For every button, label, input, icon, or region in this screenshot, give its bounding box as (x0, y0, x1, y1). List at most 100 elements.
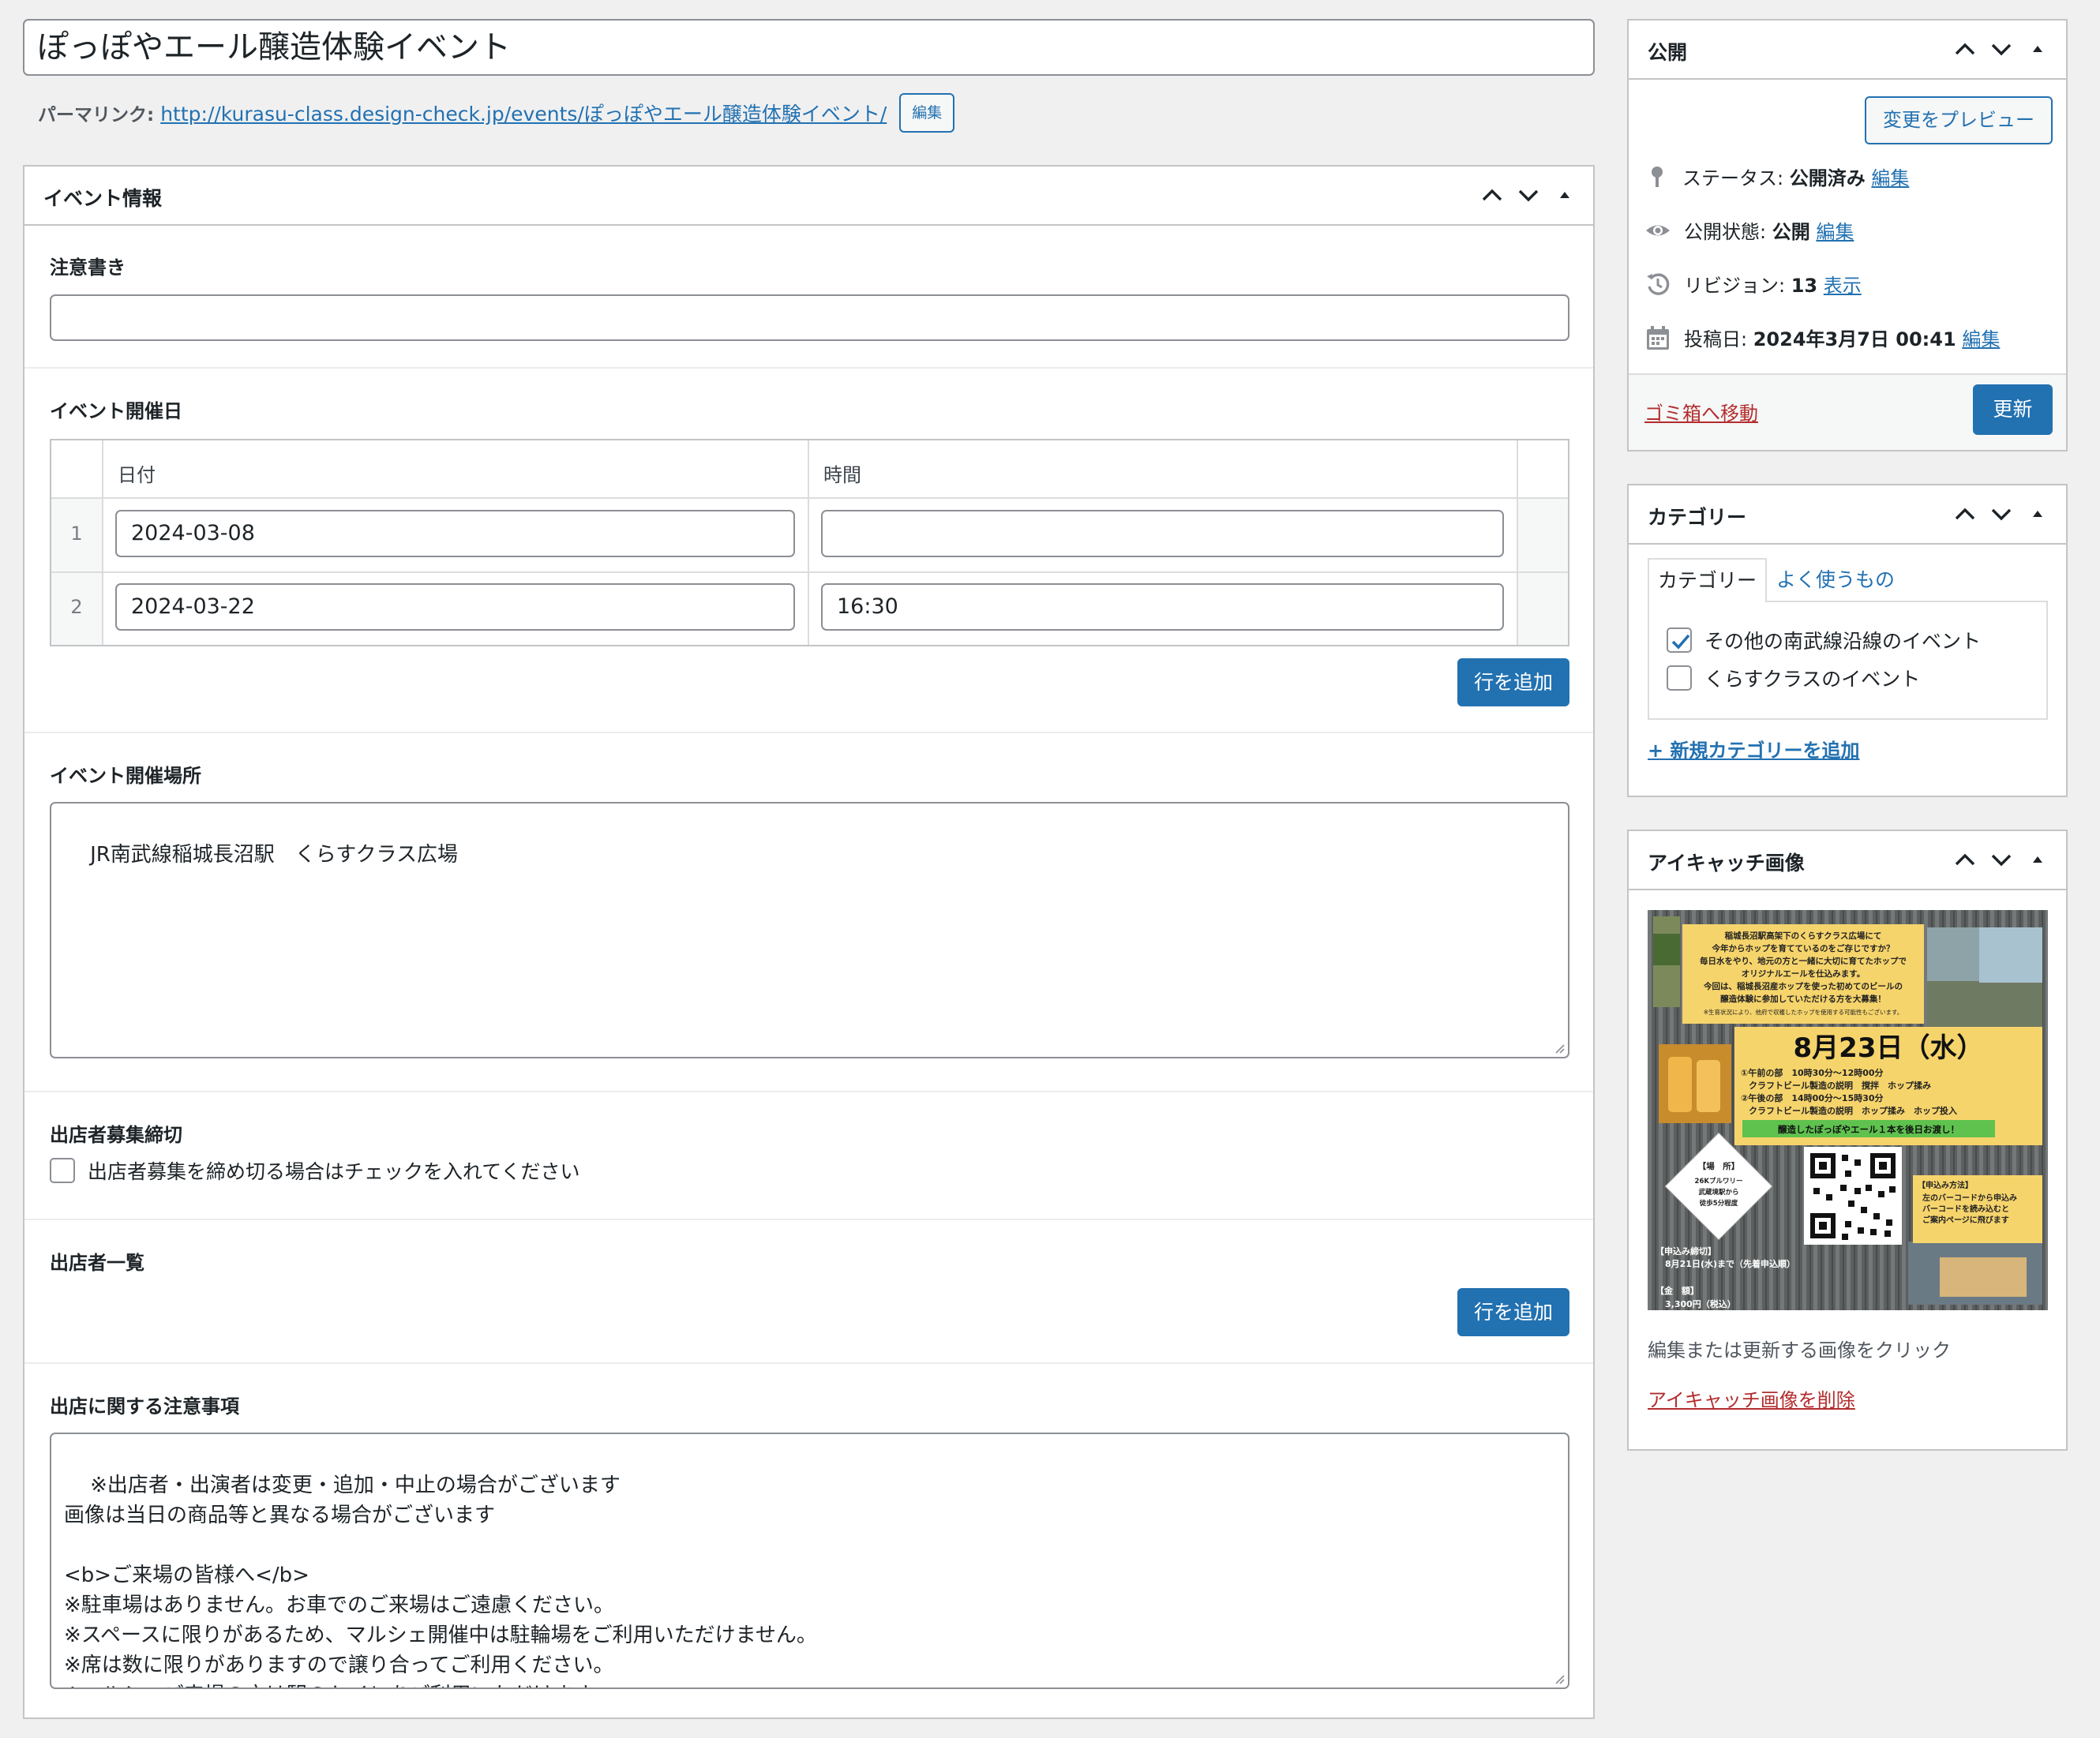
revisions-view-link[interactable]: 表示 (1824, 275, 1862, 297)
event-info-header: イベント情報 (24, 167, 1593, 226)
featured-image-hint: 編集または更新する画像をクリック (1648, 1339, 1951, 1362)
poster-schedule-line: ①午前の部 10時30分〜12時00分 (1741, 1067, 1884, 1078)
move-down-icon[interactable] (1516, 182, 1541, 208)
permalink-edit-button[interactable]: 編集 (899, 93, 955, 133)
move-down-icon[interactable] (1989, 501, 2014, 526)
add-new-category-link[interactable]: + 新規カテゴリーを追加 (1648, 735, 1859, 762)
event-info-metabox: イベント情報 注意書き イベント開催日 日付 時間 1 2024-03-08 2… (23, 165, 1595, 1719)
category-item-label[interactable]: その他の南武線沿線のイベント (1704, 626, 1981, 654)
column-header-date: 日付 (118, 464, 156, 486)
poster-price-title: 【金 額】 (1656, 1285, 1699, 1296)
poster-green-banner-text: 醸造したぽっぽやエール１本を後日お渡し！ (1778, 1124, 1959, 1135)
date-input[interactable]: 2024-03-08 (115, 510, 795, 557)
vendor-notes-text: ※出店者・出演者は変更・追加・中止の場合がございます 画像は当日の商品等と異なる… (64, 1474, 817, 1687)
publish-date-edit-link[interactable]: 編集 (1962, 328, 2000, 350)
status-value: 公開済み (1789, 167, 1866, 189)
calendar-icon (1647, 325, 1669, 350)
resize-handle-icon[interactable] (1554, 1043, 1565, 1054)
time-input[interactable]: 16:30 (821, 583, 1504, 631)
move-up-icon[interactable] (1479, 182, 1505, 208)
poster-place-line: 徒歩5分程度 (1699, 1199, 1738, 1208)
status-edit-link[interactable]: 編集 (1871, 167, 1909, 189)
notice-input[interactable] (50, 294, 1569, 341)
field-divider (24, 1091, 1593, 1092)
field-divider (24, 1219, 1593, 1220)
venue-label: イベント開催場所 (50, 765, 201, 787)
venue-textarea[interactable]: JR南武線稲城長沼駅 くらすクラス広場 (50, 802, 1569, 1058)
poster-intro-line: オリジナルエールを仕込みます。 (1742, 968, 1865, 979)
publish-date-row: 投稿日: 2024年3月7日 00:41 編集 (1644, 324, 2000, 351)
category-checkbox[interactable] (1667, 665, 1692, 691)
poster-intro-line: 醸造体験に参加していただける方を大募集！ (1720, 994, 1886, 1004)
poster-apply-line: 左のバーコードから申込み (1922, 1193, 2017, 1203)
poster-intro-line: 毎日水をやり、地元の方と一緒に大切に育てたホップで (1700, 956, 1907, 966)
vendor-deadline-checkbox[interactable] (50, 1158, 75, 1183)
category-item-label[interactable]: くらすクラスのイベント (1704, 664, 1920, 692)
poster-apply-line: バーコードを読み込むと (1922, 1204, 2009, 1214)
collapse-toggle-icon[interactable] (1552, 182, 1577, 208)
move-up-icon[interactable] (1952, 847, 1978, 872)
poster-date: 8月23日（水） (1794, 1032, 1984, 1064)
remove-featured-image-link[interactable]: アイキャッチ画像を削除 (1648, 1384, 1855, 1412)
category-checklist (1648, 601, 2048, 720)
poster-schedule-line: ②午後の部 14時00分〜15時30分 (1741, 1092, 1884, 1103)
field-divider (24, 732, 1593, 733)
move-to-trash-link[interactable]: ゴミ箱へ移動 (1644, 398, 1758, 425)
field-divider (24, 367, 1593, 369)
poster-schedule-line: クラフトビール製造の説明 ホップ揉み ホップ投入 (1749, 1105, 1957, 1116)
poster-deadline-line: 8月21日(水)まで（先着申込順） (1665, 1258, 1795, 1269)
revisions-value: 13 (1791, 275, 1818, 297)
status-row: ステータス: 公開済み 編集 (1644, 163, 1909, 190)
publish-date-label: 投稿日: (1684, 328, 1748, 350)
poster-place-line: 26Kブルワリー (1695, 1177, 1743, 1186)
permalink-bar: パーマリンク: http://kurasu-class.design-check… (38, 93, 955, 133)
featured-image-poster[interactable]: 稲城長沼駅高架下のくらすクラス広場にて 今年からホップを育てているのをご存じです… (1648, 910, 2048, 1310)
add-date-row-button[interactable]: 行を追加 (1457, 658, 1569, 706)
category-title: カテゴリー (1648, 506, 1747, 529)
poster-intro-note: ※生育状況により、他府で収穫したホップを使用する可能性もございます。 (1704, 1008, 1903, 1016)
time-input[interactable] (821, 510, 1504, 557)
add-vendor-row-button[interactable]: 行を追加 (1457, 1288, 1569, 1336)
featured-image-metabox: アイキャッチ画像 稲城長沼駅高架下のくらすクラス広場にて 今年からホップを育てて… (1627, 830, 2068, 1451)
move-up-icon[interactable] (1952, 501, 1978, 526)
vendor-notes-textarea[interactable]: ※出店者・出演者は変更・追加・中止の場合がございます 画像は当日の商品等と異なる… (50, 1433, 1569, 1689)
column-header-time: 時間 (823, 464, 861, 486)
visibility-row: 公開状態: 公開 編集 (1644, 216, 1854, 244)
category-tab-all[interactable]: カテゴリー (1648, 558, 1767, 602)
vendor-list-label: 出店者一覧 (50, 1252, 144, 1274)
move-down-icon[interactable] (1989, 847, 2014, 872)
category-item: くらすクラスのイベント (1667, 664, 1920, 692)
preview-changes-button[interactable]: 変更をプレビュー (1865, 96, 2053, 144)
move-up-icon[interactable] (1952, 36, 1978, 62)
category-tab-popular[interactable]: よく使うもの (1776, 558, 1895, 602)
visibility-value: 公開 (1772, 221, 1810, 243)
event-info-title: イベント情報 (43, 187, 163, 210)
poster-apply-line: ご案内ページに飛びます (1922, 1215, 2009, 1225)
visibility-edit-link[interactable]: 編集 (1816, 221, 1854, 243)
poster-price-line: 3,300円（税込） (1665, 1298, 1736, 1309)
notice-label: 注意書き (50, 257, 126, 279)
revisions-label: リビジョン: (1684, 275, 1786, 297)
history-icon (1647, 272, 1670, 295)
collapse-toggle-icon[interactable] (2025, 36, 2050, 62)
poster-intro-line: 稲城長沼駅高架下のくらすクラス広場にて (1725, 931, 1882, 941)
publish-metabox: 公開 変更をプレビュー ステータス: 公開済み 編集 公開状態: 公開 編集 リ… (1627, 19, 2068, 451)
event-dates-label: イベント開催日 (50, 400, 182, 422)
date-input[interactable]: 2024-03-22 (115, 583, 795, 631)
field-divider (24, 1362, 1593, 1364)
collapse-toggle-icon[interactable] (2025, 501, 2050, 526)
vendor-deadline-checkbox-label[interactable]: 出店者募集を締め切る場合はチェックを入れてください (88, 1156, 580, 1185)
checkmark-icon (1671, 634, 1690, 650)
poster-intro-line: 今年からホップを育てているのをご存じですか？ (1712, 943, 1895, 953)
pin-icon (1652, 166, 1663, 187)
resize-handle-icon[interactable] (1554, 1673, 1565, 1684)
poster-intro-line: 今回は、稲城長沼産ホップを使った初めてのビールの (1703, 981, 1903, 991)
update-button[interactable]: 更新 (1973, 384, 2053, 435)
poster-place-title: 【場 所】 (1698, 1161, 1740, 1171)
permalink-url-link[interactable]: http://kurasu-class.design-check.jp/even… (160, 99, 887, 127)
event-dates-repeater: 日付 時間 1 2024-03-08 2 2024-03-22 16:30 (50, 439, 1569, 646)
post-title-input[interactable]: ぽっぽやエール醸造体験イベント (23, 19, 1595, 76)
collapse-toggle-icon[interactable] (2025, 847, 2050, 872)
category-checkbox[interactable] (1667, 627, 1692, 653)
move-down-icon[interactable] (1989, 36, 2014, 62)
